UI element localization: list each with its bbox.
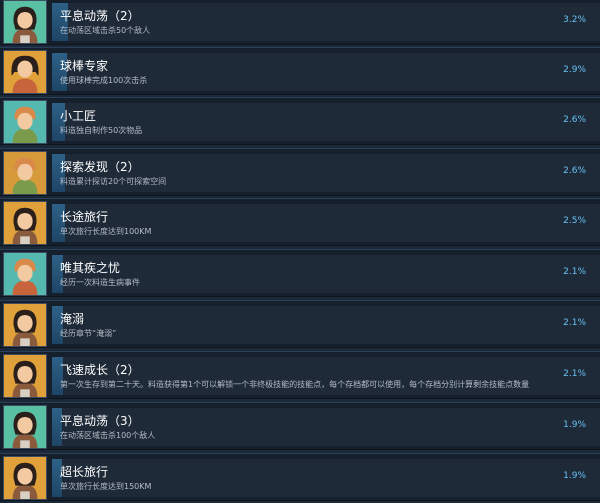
achievement-progress-bar (52, 306, 600, 344)
achievement-title: 长途旅行 (60, 210, 109, 224)
ginger-boy-icon (3, 100, 47, 144)
dark-hair-girl-icon (3, 303, 47, 347)
achievement-row[interactable]: 超长旅行 单次旅行长度达到150KM 1.9% (0, 453, 600, 501)
achievement-description: 料造独自制作50次物品 (60, 126, 143, 135)
achievement-row[interactable]: 长途旅行 单次旅行长度达到100KM 2.5% (0, 198, 600, 246)
achievement-percent: 2.6% (563, 166, 586, 176)
achievement-row[interactable]: 小工匠 料造独自制作50次物品 2.6% (0, 97, 600, 145)
dark-hair-girl-icon (3, 354, 47, 398)
achievement-percent: 1.9% (563, 471, 586, 481)
achievement-description: 使用球棒完成100次击杀 (60, 76, 148, 85)
achievement-row[interactable]: 平息动荡（3） 在动荡区域击杀100个敌人 1.9% (0, 402, 600, 450)
achievement-description: 料造累计探访20个可探索空间 (60, 177, 167, 186)
achievement-row[interactable]: 球棒专家 使用球棒完成100次击杀 2.9% (0, 47, 600, 95)
achievement-percent: 2.1% (563, 318, 586, 328)
dark-hair-woman-icon (3, 50, 47, 94)
achievement-description: 在动荡区域击杀100个敌人 (60, 431, 156, 440)
achievement-percent: 2.9% (563, 65, 586, 75)
dark-hair-girl-icon (3, 405, 47, 449)
achievement-row[interactable]: 平息动荡（2） 在动荡区域击杀50个敌人 3.2% (0, 0, 600, 45)
achievement-description: 在动荡区域击杀50个敌人 (60, 26, 151, 35)
achievement-title: 飞速成长（2） (60, 363, 140, 377)
achievement-title: 探索发现（2） (60, 160, 140, 174)
achievement-row[interactable]: 淹溺 经历章节“淹溺” 2.1% (0, 300, 600, 348)
achievement-title: 小工匠 (60, 109, 97, 123)
achievement-percent: 2.1% (563, 267, 586, 277)
achievement-title: 平息动荡（3） (60, 414, 140, 428)
achievement-row[interactable]: 探索发现（2） 料造累计探访20个可探索空间 2.6% (0, 148, 600, 196)
dark-hair-girl-icon (3, 456, 47, 500)
achievement-row[interactable]: 飞速成长（2） 第一次生存到第二十天。料造获得第1个可以解锁一个非终极技能的技能… (0, 351, 600, 399)
achievement-percent: 2.6% (563, 115, 586, 125)
achievement-percent: 2.5% (563, 216, 586, 226)
achievement-title: 平息动荡（2） (60, 9, 140, 23)
achievement-title: 唯其疾之忧 (60, 261, 121, 275)
achievement-title: 超长旅行 (60, 465, 109, 479)
achievement-description: 第一次生存到第二十天。料造获得第1个可以解锁一个非终极技能的技能点，每个存档都可… (60, 380, 530, 389)
ginger-boy-icon (3, 252, 47, 296)
achievement-percent: 2.1% (563, 369, 586, 379)
achievement-row[interactable]: 唯其疾之忧 经历一次料造生病事件 2.1% (0, 249, 600, 297)
achievement-description: 经历一次料造生病事件 (60, 278, 140, 287)
achievement-description: 单次旅行长度达到100KM (60, 227, 152, 236)
ginger-boy-icon (3, 151, 47, 195)
achievement-percent: 1.9% (563, 420, 586, 430)
achievement-description: 单次旅行长度达到150KM (60, 482, 152, 491)
achievement-description: 经历章节“淹溺” (60, 329, 117, 338)
dark-hair-girl-icon (3, 201, 47, 245)
achievement-title: 球棒专家 (60, 59, 109, 73)
achievement-list: 平息动荡（2） 在动荡区域击杀50个敌人 3.2% 球棒专家 使用球棒完成100… (0, 0, 600, 503)
achievement-percent: 3.2% (563, 15, 586, 25)
dark-hair-girl-icon (3, 0, 47, 44)
achievement-title: 淹溺 (60, 312, 85, 326)
